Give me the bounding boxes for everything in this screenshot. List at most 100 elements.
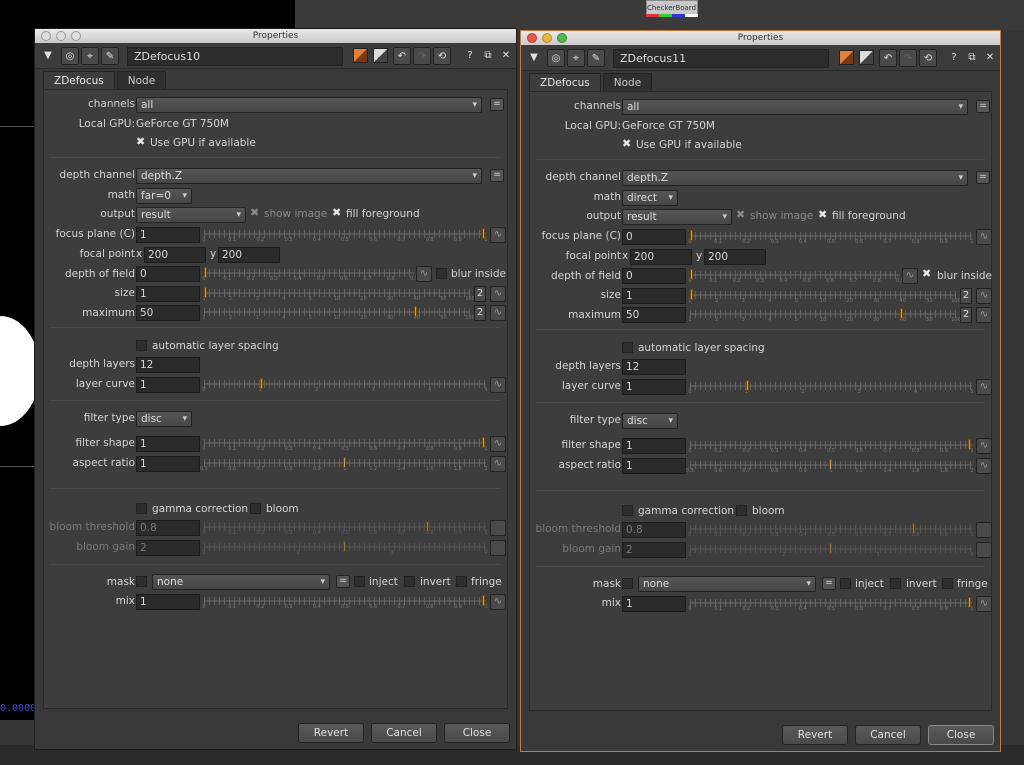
slider-handle[interactable] bbox=[343, 541, 346, 552]
depth-of-field-slider[interactable]: 0 0.1 0.2 0.3 0.4 0.5 0.6 0.7 0.8 0.9 bbox=[688, 268, 904, 284]
slider-handle[interactable] bbox=[968, 597, 971, 608]
bloom-threshold-input[interactable]: 0.8 bbox=[622, 522, 686, 538]
blur-inside-checkbox[interactable] bbox=[436, 268, 447, 279]
mask-link-button[interactable]: = bbox=[822, 577, 836, 590]
bloom-gain-slider[interactable]: 1 2 3 4 bbox=[688, 542, 974, 558]
show-image-checkbox[interactable]: ✖ bbox=[736, 208, 745, 221]
curve-icon[interactable]: ∿ bbox=[490, 520, 506, 536]
color-swatch-icon[interactable] bbox=[353, 48, 368, 63]
focus-plane-input[interactable]: 1 bbox=[136, 227, 200, 243]
wrench-icon[interactable]: ✎ bbox=[101, 47, 119, 65]
auto-layer-spacing-checkbox[interactable] bbox=[136, 340, 147, 351]
revert-button[interactable]: Revert bbox=[298, 723, 364, 743]
curve-icon[interactable]: ∿ bbox=[416, 266, 432, 282]
size-input[interactable]: 1 bbox=[136, 286, 200, 302]
channels-dropdown[interactable]: all bbox=[136, 97, 482, 113]
mix-slider[interactable]: 0 0.1 0.2 0.3 0.4 0.5 0.6 0.7 0.8 0.9 1 bbox=[688, 596, 974, 612]
curve-icon[interactable]: ∿ bbox=[976, 542, 992, 558]
tab-zdefocus[interactable]: ZDefocus bbox=[43, 71, 115, 89]
fill-foreground-checkbox[interactable]: ✖ bbox=[332, 206, 341, 219]
depth-layers-input[interactable]: 12 bbox=[136, 357, 200, 373]
curve-icon[interactable]: ∿ bbox=[490, 377, 506, 393]
cancel-button[interactable]: Cancel bbox=[371, 723, 437, 743]
minimize-window-icon[interactable] bbox=[542, 33, 552, 43]
window-titlebar[interactable]: Properties bbox=[35, 29, 516, 43]
cancel-button[interactable]: Cancel bbox=[855, 725, 921, 745]
wrench-icon[interactable]: ✎ bbox=[587, 49, 605, 67]
maximum-split-button[interactable]: 2 bbox=[960, 307, 972, 323]
pin-icon[interactable]: ⌖ bbox=[567, 49, 585, 67]
mask-link-button[interactable]: = bbox=[336, 575, 350, 588]
curve-icon[interactable]: ∿ bbox=[490, 286, 506, 302]
bloom-gain-slider[interactable]: 1 2 3 4 bbox=[202, 540, 488, 556]
tab-zdefocus[interactable]: ZDefocus bbox=[529, 73, 601, 91]
depth-channel-dropdown[interactable]: depth.Z bbox=[622, 170, 968, 186]
curve-icon[interactable]: ∿ bbox=[976, 288, 992, 304]
aspect-ratio-slider[interactable]: 0.5 0.6 0.7 0.8 0.9 1 1.2 1.4 1.6 1.8 2 bbox=[686, 458, 974, 474]
maximum-input[interactable]: 50 bbox=[622, 307, 686, 323]
math-dropdown[interactable]: far=0 bbox=[136, 188, 192, 204]
depth-channel-link-button[interactable]: = bbox=[976, 171, 990, 184]
slider-handle[interactable] bbox=[829, 459, 832, 470]
slider-handle[interactable] bbox=[482, 595, 485, 606]
zoom-window-icon[interactable] bbox=[557, 33, 567, 43]
use-gpu-checkbox[interactable]: ✖ bbox=[136, 135, 145, 148]
depth-of-field-input[interactable]: 0 bbox=[622, 268, 686, 284]
aspect-ratio-input[interactable]: 1 bbox=[136, 456, 200, 472]
curve-icon[interactable]: ∿ bbox=[976, 438, 992, 454]
minimize-window-icon[interactable] bbox=[56, 31, 66, 41]
filter-shape-input[interactable]: 1 bbox=[136, 436, 200, 452]
filter-shape-slider[interactable]: 0 0.1 0.2 0.3 0.4 0.5 0.6 0.7 0.8 0.9 1 bbox=[202, 436, 488, 452]
blur-inside-checkbox[interactable]: ✖ bbox=[922, 267, 931, 280]
channels-link-button[interactable]: = bbox=[976, 100, 990, 113]
depth-of-field-input[interactable]: 0 bbox=[136, 266, 200, 282]
mask-enable-checkbox[interactable] bbox=[136, 576, 147, 587]
mask-enable-checkbox[interactable] bbox=[622, 578, 633, 589]
window-titlebar[interactable]: Properties bbox=[521, 31, 1000, 45]
slider-handle[interactable] bbox=[426, 521, 430, 532]
tab-node[interactable]: Node bbox=[116, 71, 167, 89]
slider-handle[interactable] bbox=[259, 378, 263, 389]
filter-shape-input[interactable]: 1 bbox=[622, 438, 686, 454]
redo-icon[interactable]: ↷ bbox=[413, 47, 431, 65]
collapse-icon[interactable]: ▼ bbox=[39, 47, 57, 65]
node-name-field[interactable]: ZDefocus11 bbox=[613, 49, 829, 68]
size-input[interactable]: 1 bbox=[622, 288, 686, 304]
bloom-checkbox[interactable] bbox=[736, 505, 747, 516]
focal-point-x-input[interactable]: 200 bbox=[630, 249, 692, 265]
maximum-input[interactable]: 50 bbox=[136, 305, 200, 321]
curve-icon[interactable]: ∿ bbox=[490, 305, 506, 321]
mix-slider[interactable]: 0 0.1 0.2 0.3 0.4 0.5 0.6 0.7 0.8 0.9 1 bbox=[202, 594, 488, 610]
aspect-ratio-input[interactable]: 1 bbox=[622, 458, 686, 474]
size-slider[interactable]: 1 2 3 4 5 10 20 30 40 50 100 bbox=[202, 286, 475, 302]
inject-checkbox[interactable] bbox=[840, 578, 851, 589]
revert-button[interactable]: Revert bbox=[782, 725, 848, 745]
focus-plane-slider[interactable]: 0 0.1 0.2 0.3 0.4 0.5 0.6 0.7 0.8 0.9 1 bbox=[688, 229, 974, 245]
focal-point-x-input[interactable]: 200 bbox=[144, 247, 206, 263]
curve-icon[interactable]: ∿ bbox=[976, 379, 992, 395]
slider-handle[interactable] bbox=[204, 287, 207, 298]
maximum-split-button[interactable]: 2 bbox=[474, 305, 486, 321]
invert-checkbox[interactable] bbox=[890, 578, 901, 589]
color-swatch-icon[interactable] bbox=[859, 50, 874, 65]
layer-curve-input[interactable]: 1 bbox=[136, 377, 200, 393]
focal-point-y-input[interactable]: 200 bbox=[218, 247, 280, 263]
inject-checkbox[interactable] bbox=[354, 576, 365, 587]
depth-of-field-slider[interactable]: 0 0.1 0.2 0.3 0.4 0.5 0.6 0.7 0.8 0.9 bbox=[202, 266, 418, 282]
layer-curve-slider[interactable]: 012345 bbox=[688, 379, 974, 395]
curve-icon[interactable]: ∿ bbox=[490, 540, 506, 556]
slider-handle[interactable] bbox=[482, 228, 485, 239]
slider-handle[interactable] bbox=[204, 267, 207, 278]
close-window-icon[interactable] bbox=[527, 33, 537, 43]
help-icon[interactable]: ? bbox=[461, 47, 479, 65]
depth-channel-dropdown[interactable]: depth.Z bbox=[136, 168, 482, 184]
fill-foreground-checkbox[interactable]: ✖ bbox=[818, 208, 827, 221]
tab-node[interactable]: Node bbox=[602, 73, 653, 91]
close-window-icon[interactable] bbox=[41, 31, 51, 41]
depth-channel-link-button[interactable]: = bbox=[490, 169, 504, 182]
curve-icon[interactable]: ∿ bbox=[902, 268, 918, 284]
fringe-checkbox[interactable] bbox=[456, 576, 467, 587]
curve-icon[interactable]: ∿ bbox=[490, 456, 506, 472]
depth-layers-input[interactable]: 12 bbox=[622, 359, 686, 375]
maximum-slider[interactable]: 1 2 3 4 5 10 20 30 40 50 100 bbox=[202, 305, 475, 321]
